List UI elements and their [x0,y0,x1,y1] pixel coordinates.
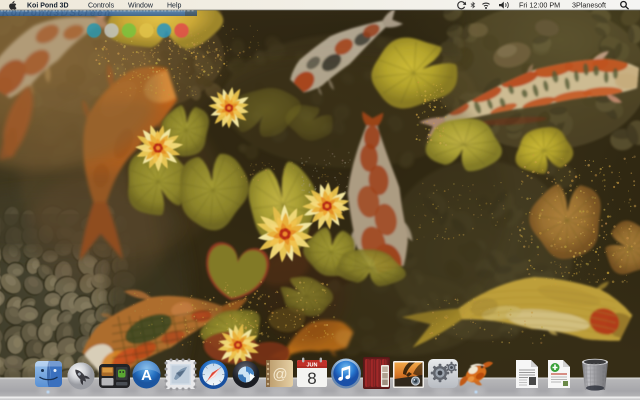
svg-text:Help: Help [167,2,182,9]
svg-text:Koi Pond 3D: Koi Pond 3D [27,2,69,9]
svg-text:Fri 12:00 PM: Fri 12:00 PM [519,0,560,9]
svg-text:Window: Window [128,2,154,9]
svg-text:3Planesoft: 3Planesoft [572,0,606,9]
svg-text:JUN: JUN [306,363,317,369]
svg-text:8: 8 [307,369,316,388]
svg-text:Controls: Controls [88,2,115,9]
svg-text:@: @ [272,366,287,383]
